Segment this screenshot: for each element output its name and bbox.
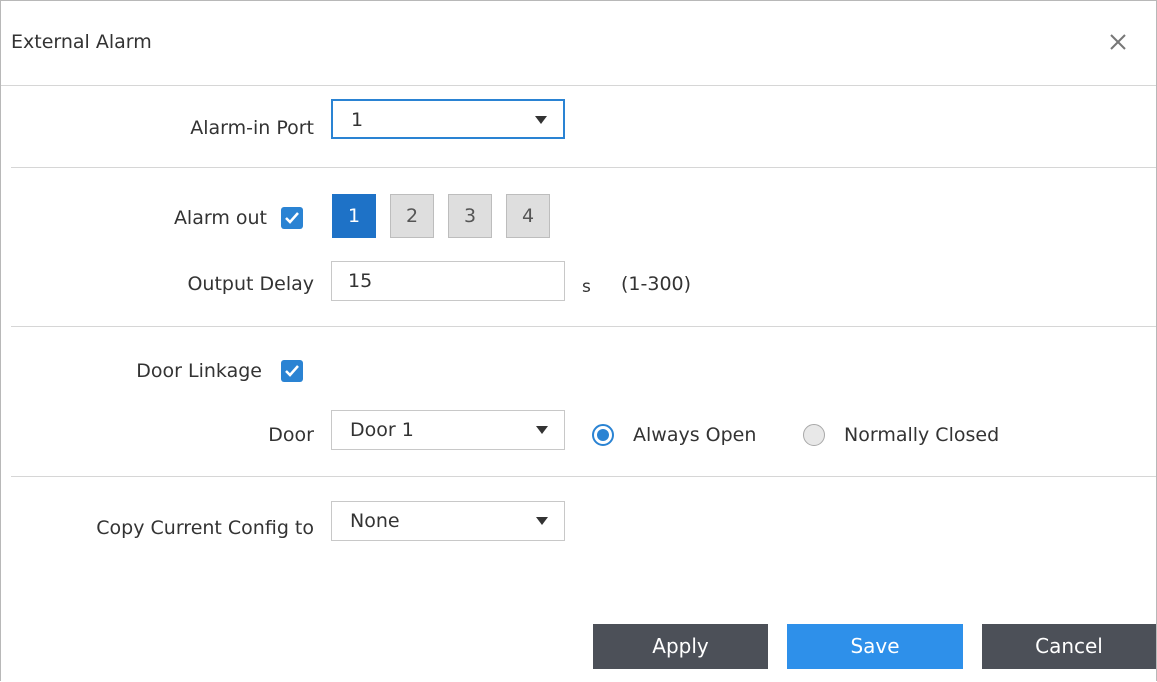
always-open-label: Always Open — [633, 424, 757, 446]
alarm-in-port-label: Alarm-in Port — [190, 117, 314, 139]
door-linkage-label: Door Linkage — [136, 360, 262, 382]
alarm-in-port-select[interactable]: 1 — [331, 99, 565, 139]
section-divider — [11, 476, 1156, 477]
output-delay-range: (1-300) — [621, 273, 692, 295]
alarm-out-port-1[interactable]: 1 — [332, 194, 376, 238]
door-linkage-checkbox[interactable] — [281, 360, 303, 382]
section-divider — [11, 326, 1156, 327]
normally-closed-label: Normally Closed — [844, 424, 1000, 446]
copy-config-label: Copy Current Config to — [96, 517, 314, 539]
alarm-out-label: Alarm out — [173, 207, 267, 229]
door-label: Door — [268, 424, 314, 446]
dialog-titlebar: External Alarm — [1, 1, 1156, 86]
alarm-out-port-2[interactable]: 2 — [390, 194, 434, 238]
output-delay-label: Output Delay — [187, 273, 314, 295]
copy-config-select[interactable]: None — [331, 501, 565, 541]
apply-button[interactable]: Apply — [593, 624, 768, 669]
checkmark-icon — [285, 365, 299, 377]
output-delay-unit: s — [582, 277, 591, 297]
copy-config-value: None — [350, 510, 400, 532]
door-select[interactable]: Door 1 — [331, 410, 565, 450]
chevron-down-icon — [536, 426, 548, 434]
alarm-out-checkbox[interactable] — [281, 207, 303, 229]
alarm-in-port-value: 1 — [351, 109, 364, 131]
alarm-out-port-4[interactable]: 4 — [506, 194, 550, 238]
section-divider — [11, 167, 1156, 168]
output-delay-input[interactable] — [331, 261, 565, 301]
save-button[interactable]: Save — [787, 624, 963, 669]
cancel-button[interactable]: Cancel — [982, 624, 1156, 669]
chevron-down-icon — [535, 116, 547, 124]
external-alarm-dialog: External Alarm Alarm-in Port 1 Alarm out… — [0, 0, 1157, 681]
door-value: Door 1 — [350, 419, 414, 441]
normally-closed-radio[interactable] — [803, 424, 825, 446]
alarm-out-port-3[interactable]: 3 — [448, 194, 492, 238]
always-open-radio[interactable] — [592, 424, 614, 446]
chevron-down-icon — [536, 517, 548, 525]
dialog-title: External Alarm — [11, 31, 152, 53]
checkmark-icon — [285, 212, 299, 224]
close-icon[interactable] — [1104, 28, 1132, 56]
